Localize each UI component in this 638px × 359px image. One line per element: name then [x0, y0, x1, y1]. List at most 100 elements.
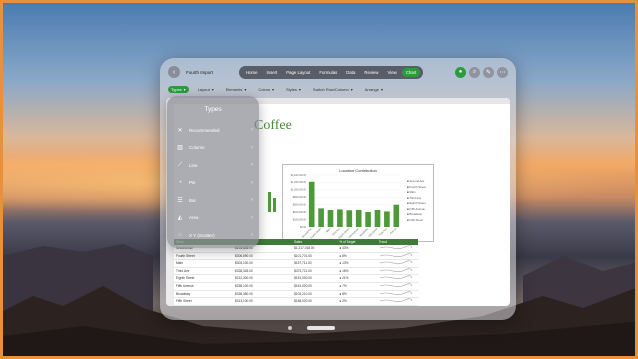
table-cell[interactable]: ● 21% [337, 275, 376, 282]
chart-bar[interactable] [384, 211, 390, 227]
table-cell[interactable]: $158,020.00 [292, 298, 337, 305]
chart-type-column[interactable]: ▥ Column › [175, 142, 253, 154]
table-cell[interactable]: ● 16% [337, 268, 376, 275]
sparkline [377, 290, 418, 298]
toolbar-layout[interactable]: Layout ▾ [195, 86, 217, 93]
menu-view[interactable]: View [383, 68, 400, 77]
table-row[interactable]: Fourth Street $306,690.00 $101,701.00 ● 8% [174, 253, 418, 261]
table-cell[interactable]: $306,690.00 [233, 253, 292, 260]
chart-type-label: Line [189, 162, 198, 168]
x-tick-label: Park Ave [379, 227, 388, 236]
menu-insert[interactable]: Insert [262, 68, 281, 77]
table-cell[interactable]: $103,210.00 [292, 291, 337, 298]
small-chart-preview [268, 192, 276, 212]
menu-data[interactable]: Data [342, 68, 359, 77]
table-cell[interactable]: Fourth Street [174, 253, 233, 260]
chart-type-label: Column [189, 145, 205, 150]
chart-type-line[interactable]: ⟋ Line › [175, 159, 253, 171]
table-cell[interactable]: Third Ave [174, 268, 233, 275]
toolbar-colors[interactable]: Colors ▾ [255, 86, 277, 93]
table-cell[interactable]: $336,350.00 [233, 291, 292, 298]
y-tick-label: $600,000.00 [293, 204, 307, 207]
table-cell[interactable]: $303,100.00 [233, 260, 292, 267]
comment-icon[interactable]: ✎ [483, 66, 494, 78]
search-icon[interactable]: ⌕ [469, 66, 480, 78]
table-cell[interactable]: Eighth Street [174, 275, 233, 282]
table-cell[interactable]: Fifth Avenue [174, 283, 233, 290]
toolbar-types[interactable]: Types ▾ [168, 85, 189, 93]
menu-home[interactable]: Home [242, 68, 261, 77]
table-row[interactable]: Third Ave $328,345.00 $473,721.00 ● 16% [174, 268, 418, 276]
toolbar-elements[interactable]: Elements ▾ [223, 86, 250, 93]
menu-review[interactable]: Review [360, 68, 382, 77]
chart-legend: ■ Second Ave ■ Fourth Street ■ Main ■ Third… [407, 179, 433, 223]
table-cell[interactable]: Broadway [174, 291, 233, 298]
chevron-right-icon: › [251, 214, 253, 221]
table-cell[interactable]: Fifth Street [174, 298, 233, 305]
table-row[interactable]: Fifth Avenue $258,100.00 $161,020.00 ● 7% [174, 283, 418, 291]
menu-chart[interactable]: Chart [401, 67, 421, 77]
chart-bar[interactable] [318, 208, 324, 227]
table-cell[interactable]: ● 2% [337, 298, 376, 305]
chart-bar[interactable] [374, 209, 381, 227]
table-cell[interactable]: $1,217,018.00 [292, 245, 337, 252]
table-cell[interactable]: $313,100.00 [233, 298, 292, 305]
table-row[interactable]: Broadway $336,350.00 $103,210.00 ● 8% [174, 290, 418, 299]
table-cell[interactable]: ● 43% [337, 245, 376, 252]
chart-type-recommended[interactable]: ✕ Recommended › [175, 124, 253, 136]
sparkline [377, 268, 418, 275]
table-cell[interactable]: $212,300.00 [233, 275, 292, 282]
toolbar-styles[interactable]: Styles ▾ [283, 86, 304, 93]
toolbar-switch-row-column[interactable]: Switch Row/Column ▾ [310, 86, 356, 93]
chart-type-bar[interactable]: ☰ Bar › [175, 194, 253, 206]
y-tick-label: $1,000,000.00 [291, 189, 307, 192]
table-cell[interactable]: ● 8% [337, 253, 376, 260]
table-cell[interactable]: $328,345.00 [233, 268, 292, 275]
toolbar-arrange[interactable]: Arrange ▾ [362, 86, 386, 93]
table-row[interactable]: Fifth Street $313,100.00 $158,020.00 ● 2% [174, 298, 418, 306]
table-cell[interactable]: $161,020.00 [292, 283, 337, 290]
x-tick-label: Fifth Street [368, 227, 379, 238]
location-contribution-chart[interactable]: Location Contribution $0.00 $200,000.00 $4… [282, 164, 434, 242]
toolbar-label: Colors [258, 86, 270, 92]
chevron-right-icon: › [251, 179, 253, 186]
legend-entry: ■ Third Ave [407, 195, 422, 200]
menu-page-layout[interactable]: Page Layout [282, 68, 314, 77]
table-cell[interactable]: $258,100.00 [233, 283, 292, 290]
table-cell[interactable]: $157,711.00 [292, 260, 337, 267]
chart-toolbar: Types ▾ Layout ▾ Elements ▾ Colors ▾ Styles ▾ Swit… [168, 83, 508, 95]
toolbar-label: Switch Row/Column [312, 86, 349, 92]
chart-type-area[interactable]: ◭ Area › [175, 212, 253, 224]
window-grabber[interactable] [307, 326, 335, 330]
chevron-right-icon: › [251, 144, 253, 151]
chart-bar[interactable] [365, 212, 371, 227]
table-cell[interactable]: ● 13% [337, 260, 376, 267]
table-row[interactable]: Eighth Street $212,300.00 $151,030.00 ● 21% [174, 275, 418, 283]
table-cell[interactable]: $101,701.00 [292, 253, 337, 260]
table-cell[interactable]: ● 7% [337, 283, 376, 290]
chart-bar[interactable] [327, 209, 334, 227]
table-cell[interactable]: ● 8% [337, 291, 376, 298]
table-row[interactable]: Main $303,100.00 $157,711.00 ● 13% [174, 260, 418, 268]
line-chart-icon: ⟋ [177, 161, 183, 168]
share-icon[interactable]: ● [455, 66, 466, 78]
chart-bar[interactable] [337, 209, 343, 227]
bar-chart-icon: ☰ [177, 197, 183, 204]
menu-formulas[interactable]: Formulas [315, 68, 341, 77]
table-cell[interactable]: $151,030.00 [292, 275, 337, 282]
chart-bar[interactable] [355, 209, 362, 227]
more-icon[interactable]: ⋯ [497, 66, 508, 78]
table-cell[interactable]: $473,721.00 [292, 268, 337, 275]
sparkle-chart-icon: ✕ [177, 127, 183, 134]
back-icon[interactable]: ‹ [168, 66, 180, 78]
chevron-down-icon: ▾ [244, 86, 247, 92]
table-cell[interactable]: Main [174, 260, 233, 267]
bar-chart-plot: $0.00 $200,000.00 $400,000.00 $600,000.00 $8… [291, 174, 401, 240]
chart-type-pie[interactable]: ◔ Pie › [175, 177, 253, 189]
chart-bar[interactable] [346, 210, 353, 227]
chart-bar[interactable] [308, 181, 315, 227]
chart-bar[interactable] [393, 204, 400, 227]
chart-type-label: Area [189, 215, 199, 220]
chart-type-x-y-scatter[interactable]: ⁘ X Y (Scatter) › [175, 229, 253, 241]
x-tick-label: Fifth Avenue [348, 227, 360, 239]
